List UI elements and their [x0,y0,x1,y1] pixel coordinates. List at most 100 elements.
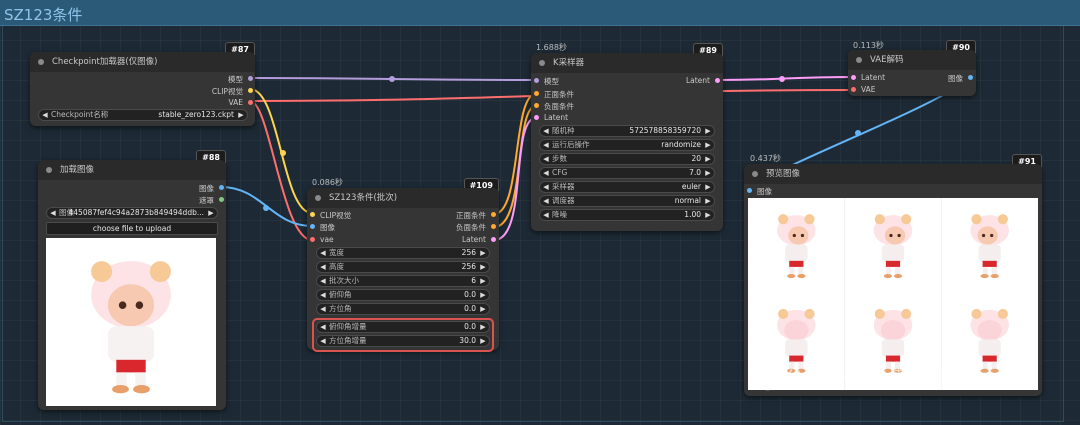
batch-size-stepper[interactable]: ◀ 批次大小 6 ▶ [316,275,490,287]
arrow-left-icon[interactable]: ◀ [318,304,328,314]
arrow-left-icon[interactable]: ◀ [318,276,328,286]
arrow-right-icon[interactable]: ▶ [478,262,488,272]
collapse-dot-icon[interactable] [752,171,758,177]
vae-pin-icon[interactable] [851,87,856,92]
sampler-combo[interactable]: ◀ 采样器 euler ▶ [539,181,715,193]
conditioning-pin-icon[interactable] [491,224,496,229]
elevation-increment-stepper[interactable]: ◀ 俯仰角增量 0.0 ▶ [316,321,490,333]
input-slot-clip-vision[interactable]: CLIP视觉 [310,210,351,221]
arrow-right-icon[interactable]: ▶ [478,336,488,346]
seed-stepper[interactable]: ◀ 随机种 572578858359720 ▶ [539,125,715,137]
arrow-left-icon[interactable]: ◀ [318,290,328,300]
elevation-stepper[interactable]: ◀ 俯仰角 0.0 ▶ [316,289,490,301]
arrow-left-icon[interactable]: ◀ [541,196,551,206]
arrow-left-icon[interactable]: ◀ [318,322,328,332]
arrow-right-icon[interactable]: ▶ [478,276,488,286]
conditioning-pin-icon[interactable] [534,103,539,108]
output-slot-image[interactable]: 图像 [948,73,973,84]
arrow-right-icon[interactable]: ▶ [478,322,488,332]
output-slot-vae[interactable]: VAE [228,98,253,107]
output-slot-latent[interactable]: Latent [686,76,720,85]
arrow-right-icon[interactable]: ▶ [236,110,246,120]
clip-pin-icon[interactable] [248,88,253,93]
collapse-dot-icon[interactable] [38,59,44,65]
checkpoint-name-combo[interactable]: ◀ Checkpoint名称 stable_zero123.ckpt ▶ [38,109,248,121]
arrow-left-icon[interactable]: ◀ [541,154,551,164]
arrow-left-icon[interactable]: ◀ [541,126,551,136]
input-slot-negative[interactable]: 负面条件 [534,101,574,112]
image-pin-icon[interactable] [310,224,315,229]
clip-pin-icon[interactable] [310,212,315,217]
node-title-bar[interactable]: SZ123条件(批次) [307,188,499,208]
arrow-left-icon[interactable]: ◀ [318,248,328,258]
input-slot-latent[interactable]: Latent [534,113,568,122]
output-slot-latent[interactable]: Latent [462,235,496,244]
arrow-left-icon[interactable]: ◀ [40,110,50,120]
arrow-right-icon[interactable]: ▶ [478,290,488,300]
input-slot-image[interactable]: 图像 [747,186,772,197]
output-slot-negative[interactable]: 负面条件 [456,222,496,233]
image-pin-icon[interactable] [968,75,973,80]
conditioning-pin-icon[interactable] [491,212,496,217]
width-stepper[interactable]: ◀ 宽度 256 ▶ [316,247,490,259]
arrow-right-icon[interactable]: ▶ [703,196,713,206]
arrow-right-icon[interactable]: ▶ [703,168,713,178]
latent-pin-icon[interactable] [715,78,720,83]
arrow-right-icon[interactable]: ▶ [703,140,713,150]
azimuth-increment-stepper[interactable]: ◀ 方位角增量 30.0 ▶ [316,335,490,347]
conditioning-pin-icon[interactable] [534,91,539,96]
output-slot-image[interactable]: 图像 [199,183,224,194]
collapse-dot-icon[interactable] [856,57,862,63]
node-load-image[interactable]: #88 加载图像 图像 遮罩 ◀ 图像 445087fef4c94a2873b8… [38,150,226,410]
arrow-right-icon[interactable]: ▶ [206,208,216,218]
arrow-left-icon[interactable]: ◀ [541,140,551,150]
latent-pin-icon[interactable] [851,75,856,80]
latent-pin-icon[interactable] [491,237,496,242]
output-slot-clip-vision[interactable]: CLIP视觉 [212,86,253,97]
steps-stepper[interactable]: ◀ 步数 20 ▶ [539,153,715,165]
image-pin-icon[interactable] [747,188,752,193]
arrow-left-icon[interactable]: ◀ [318,336,328,346]
node-vae-decode[interactable]: #90 VAE解码 Latent VAE 图像 [848,40,976,96]
arrow-left-icon[interactable]: ◀ [48,208,58,218]
image-pin-icon[interactable] [219,185,224,190]
arrow-left-icon[interactable]: ◀ [541,182,551,192]
output-slot-mask[interactable]: 遮罩 [199,195,224,206]
input-slot-vae[interactable]: vae [310,235,334,244]
arrow-right-icon[interactable]: ▶ [703,210,713,220]
node-title-bar[interactable]: Checkpoint加载器(仅图像) [30,52,255,72]
image-file-combo[interactable]: ◀ 图像 445087fef4c94a2873b849494ddb... ▶ [46,207,218,219]
arrow-right-icon[interactable]: ▶ [703,154,713,164]
arrow-left-icon[interactable]: ◀ [541,210,551,220]
model-pin-icon[interactable] [248,76,253,81]
scheduler-combo[interactable]: ◀ 调度器 normal ▶ [539,195,715,207]
arrow-right-icon[interactable]: ▶ [478,304,488,314]
input-slot-image[interactable]: 图像 [310,222,335,233]
input-slot-positive[interactable]: 正面条件 [534,89,574,100]
arrow-left-icon[interactable]: ◀ [318,262,328,272]
cfg-stepper[interactable]: ◀ CFG 7.0 ▶ [539,167,715,179]
collapse-dot-icon[interactable] [539,60,545,66]
control-after-generate-combo[interactable]: ◀ 运行后操作 randomize ▶ [539,139,715,151]
node-checkpoint-loader[interactable]: #87 Checkpoint加载器(仅图像) 模型 CLIP视觉 VAE ◀ C… [30,42,255,126]
node-title-bar[interactable]: 加载图像 [38,160,226,180]
vae-pin-icon[interactable] [248,100,253,105]
output-slot-model[interactable]: 模型 [228,74,253,85]
arrow-right-icon[interactable]: ▶ [703,182,713,192]
input-slot-vae[interactable]: VAE [851,85,876,94]
denoise-stepper[interactable]: ◀ 降噪 1.00 ▶ [539,209,715,221]
input-slot-latent[interactable]: Latent [851,73,885,82]
node-ksampler[interactable]: #89 K采样器 模型 正面条件 负面条件 Latent Latent ◀ 随机… [531,43,723,231]
collapse-dot-icon[interactable] [46,167,52,173]
arrow-right-icon[interactable]: ▶ [703,126,713,136]
latent-pin-icon[interactable] [534,115,539,120]
node-title-bar[interactable]: VAE解码 [848,50,976,70]
input-slot-model[interactable]: 模型 [534,76,559,87]
arrow-left-icon[interactable]: ◀ [541,168,551,178]
output-slot-positive[interactable]: 正面条件 [456,210,496,221]
choose-file-button[interactable]: choose file to upload [46,222,218,235]
azimuth-stepper[interactable]: ◀ 方位角 0.0 ▶ [316,303,490,315]
node-sz123-conditioning-batch[interactable]: #109 SZ123条件(批次) CLIP视觉 图像 vae 正面条件 负面条件… [307,178,499,352]
arrow-right-icon[interactable]: ▶ [478,248,488,258]
collapse-dot-icon[interactable] [315,195,321,201]
